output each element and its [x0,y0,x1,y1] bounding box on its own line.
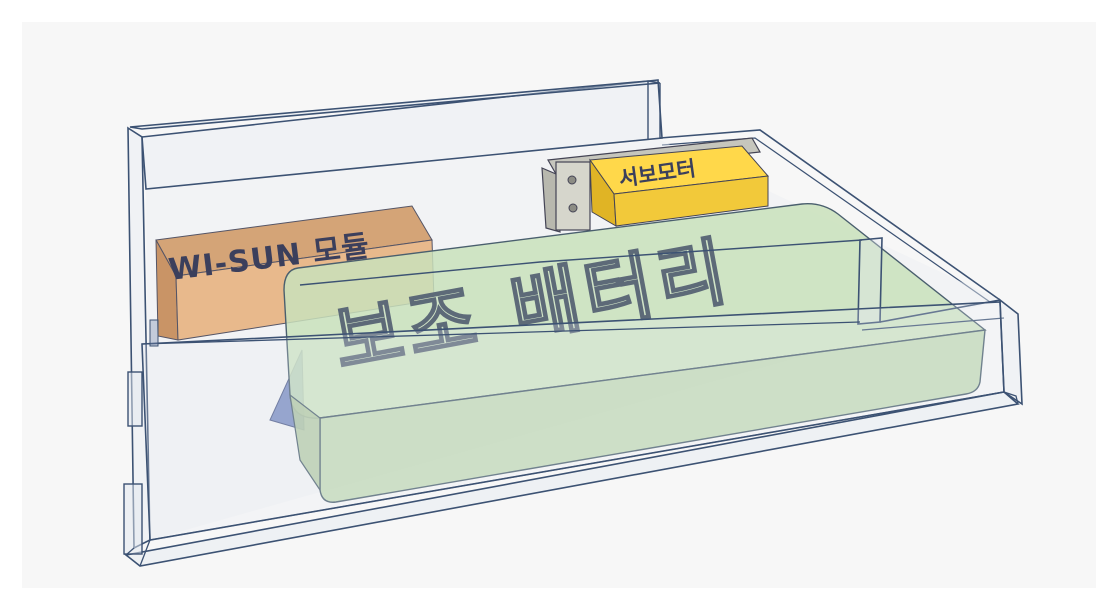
servo-bracket-plate [555,161,591,231]
screw-hole-icon [568,203,578,213]
mounting-tab [127,371,143,427]
3d-viewport[interactable]: WI-SUN 모듈 서보모터 보조 배터리 [0,0,1116,616]
screw-hole-icon [567,175,577,185]
mounting-tab [123,483,143,555]
